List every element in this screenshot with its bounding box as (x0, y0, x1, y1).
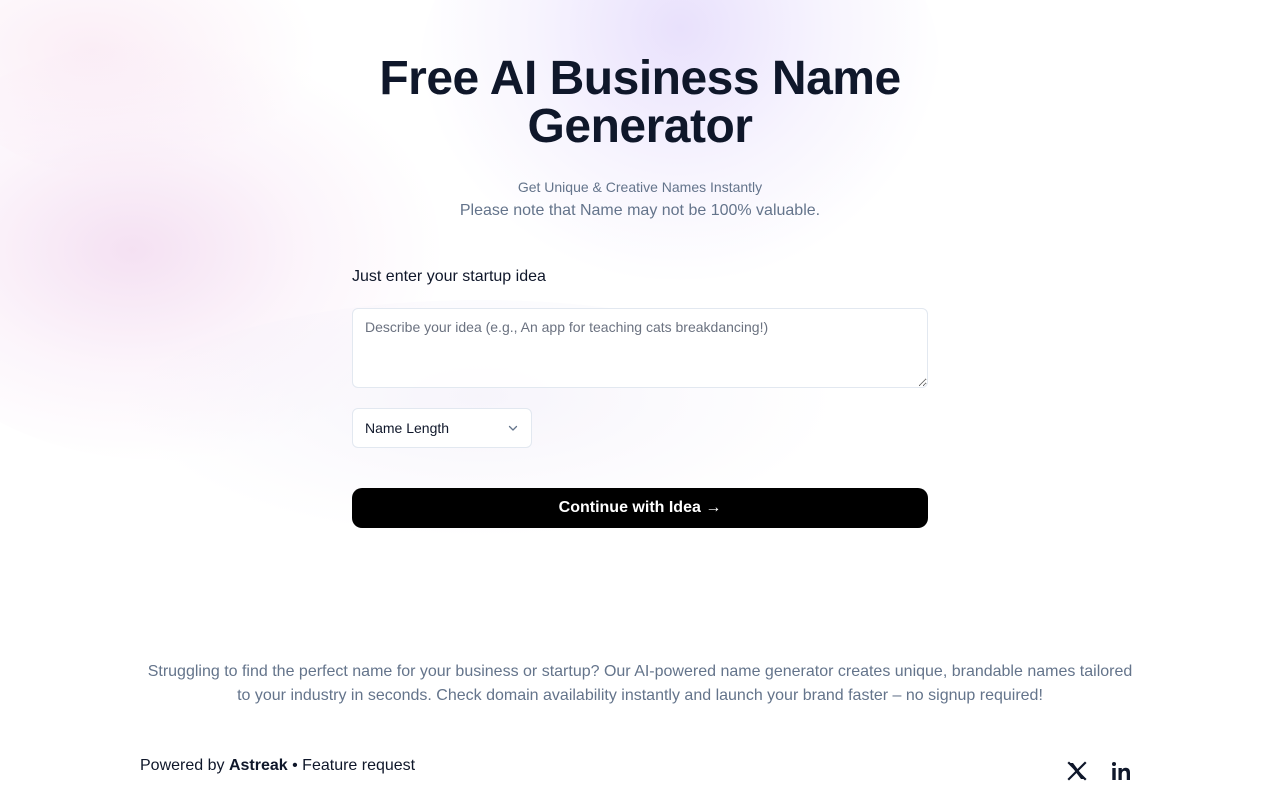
feature-request-link[interactable]: Feature request (302, 757, 415, 774)
name-length-select[interactable]: Name Length (352, 408, 532, 448)
social-links (1066, 760, 1132, 782)
x-icon[interactable] (1066, 760, 1088, 782)
footer-separator: • (292, 757, 298, 774)
name-length-select-value: Name Length (365, 420, 450, 436)
astreak-link[interactable]: Astreak (229, 757, 288, 774)
idea-form: Just enter your startup idea Name Length… (352, 266, 928, 528)
linkedin-icon[interactable] (1110, 760, 1132, 782)
page-subtitle: Get Unique & Creative Names Instantly (517, 179, 763, 195)
background-glow-pink-top (0, 0, 320, 180)
continue-button[interactable]: Continue with Idea → (352, 488, 928, 528)
disclaimer-note: Please note that Name may not be 100% va… (459, 202, 821, 219)
powered-by-label: Powered by (140, 757, 225, 774)
idea-label: Just enter your startup idea (352, 268, 546, 285)
idea-input[interactable] (352, 308, 928, 388)
page: Free AI Business Name Generator Get Uniq… (0, 0, 1280, 800)
footer-credits: Powered by Astreak • Feature request (140, 756, 415, 776)
page-title: Free AI Business Name Generator (379, 52, 901, 153)
chevron-down-icon (507, 422, 519, 434)
intro-description: Struggling to find the perfect name for … (147, 663, 1133, 704)
